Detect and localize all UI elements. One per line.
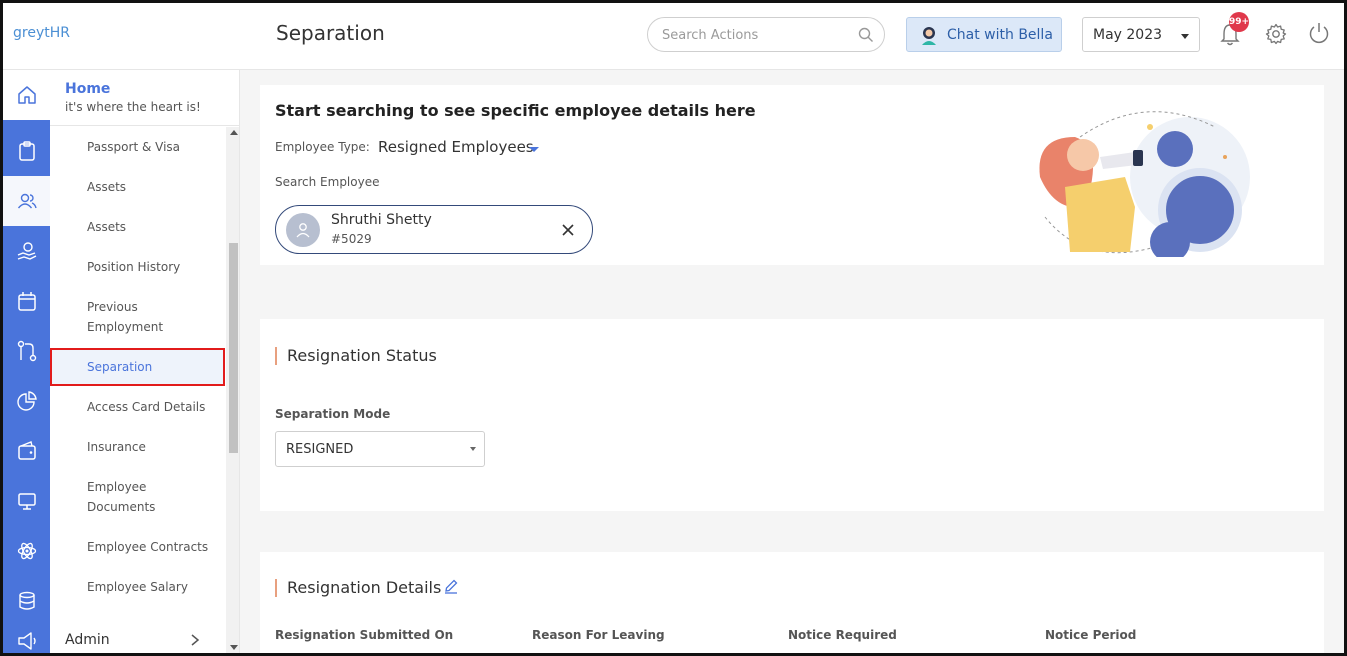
calendar-icon [17,292,36,311]
pie-chart-icon [16,391,37,411]
home-icon [17,86,36,104]
home-link[interactable]: Home it's where the heart is! [50,70,240,126]
monitor-icon [17,493,36,510]
search-icon[interactable] [858,27,874,43]
menu-item-separation[interactable]: Separation [50,348,225,386]
notification-badge: 99+ [1229,12,1249,32]
employee-type-label: Employee Type: [275,140,370,154]
menu-item-position-history[interactable]: Position History [50,257,225,277]
column-resignation-submitted-on: Resignation Submitted On [275,628,454,642]
separation-mode-select[interactable]: RESIGNED [275,431,485,467]
admin-menu[interactable]: Admin [50,625,225,653]
rail-hand-coin[interactable] [3,226,50,276]
page-title: Separation [276,21,385,45]
search-actions-input[interactable] [662,26,852,44]
edit-pencil-icon[interactable] [443,578,459,594]
app-window: greytHR Separation Chat with Bella May 2… [0,0,1347,656]
employee-type-dropdown[interactable]: Resigned Employees [378,138,534,156]
user-icon [296,223,310,238]
resignation-details-title: Resignation Details [275,579,441,597]
chat-with-bella-label: Chat with Bella [947,26,1053,43]
rail-calendar[interactable] [3,276,50,326]
column-notice-period: Notice Period [1045,628,1137,642]
sub-sidebar: Home it's where the heart is! Passport &… [50,70,240,653]
hand-coin-icon [17,242,36,260]
month-select-value: May 2023 [1093,27,1163,43]
people-icon [17,193,37,209]
search-illustration [1039,111,1250,257]
rail-wallet[interactable] [3,426,50,476]
month-select[interactable]: May 2023 [1082,17,1200,52]
megaphone-icon [17,632,36,650]
chevron-down-icon [470,447,476,451]
menu-item-insurance[interactable]: Insurance [50,437,225,457]
rail-megaphone[interactable] [3,626,50,653]
employee-id: #5029 [331,232,372,246]
power-icon[interactable] [1308,21,1330,45]
rail-people[interactable] [3,176,50,226]
search-heading: Start searching to see specific employee… [275,101,756,120]
brand-logo[interactable]: greytHR [13,25,70,41]
scroll-up-arrow-icon[interactable] [230,130,238,135]
menu-item-employee-contracts[interactable]: Employee Contracts [50,537,225,557]
separation-mode-label: Separation Mode [275,407,391,421]
atom-icon [17,542,36,560]
wallet-icon [17,441,36,460]
caret-down-icon[interactable] [529,147,539,152]
icon-rail [3,70,50,653]
avatar [286,213,320,247]
resignation-status-card: Resignation Status Separation Mode RESIG… [260,319,1324,511]
resignation-details-card: Resignation Details Resignation Submitte… [260,552,1324,653]
admin-label: Admin [65,632,110,648]
home-title: Home [65,81,111,97]
column-notice-required: Notice Required [788,628,897,642]
menu-item-assets-2[interactable]: Assets [50,217,225,237]
menu-item-assets[interactable]: Assets [50,177,225,197]
database-icon [18,591,35,610]
menu-item-employee-salary[interactable]: Employee Salary [50,577,225,597]
home-subtitle: it's where the heart is! [65,100,201,114]
search-employee-label: Search Employee [275,175,380,189]
employee-name: Shruthi Shetty [331,212,432,228]
chevron-down-icon [1181,34,1189,39]
column-reason-for-leaving: Reason For Leaving [532,628,665,642]
bella-avatar-icon [922,26,936,45]
menu-item-employee-documents[interactable]: Employee Documents [50,477,200,517]
chevron-right-icon [191,634,200,646]
selected-employee-chip[interactable]: Shruthi Shetty #5029 [275,205,593,254]
sidebar-scroll-thumb[interactable] [229,243,238,453]
gear-icon[interactable] [1265,23,1287,45]
clipboard-icon [18,141,35,161]
top-header: greytHR Separation Chat with Bella May 2… [3,3,1344,70]
resignation-status-title: Resignation Status [275,347,437,365]
separation-mode-value: RESIGNED [286,442,354,457]
chat-with-bella-button[interactable]: Chat with Bella [906,17,1062,52]
rail-git-branch[interactable] [3,326,50,376]
git-branch-icon [17,340,36,362]
rail-pie-chart[interactable] [3,376,50,426]
rail-atom[interactable] [3,526,50,576]
scroll-down-arrow-icon[interactable] [230,645,238,650]
search-actions-box[interactable] [647,17,885,52]
rail-home[interactable] [3,70,50,120]
close-icon[interactable] [561,223,575,237]
employee-search-card: Start searching to see specific employee… [260,85,1324,265]
menu-item-access-card-details[interactable]: Access Card Details [50,397,225,417]
rail-clipboard[interactable] [3,126,50,176]
rail-monitor[interactable] [3,476,50,526]
menu-item-previous-employment[interactable]: Previous Employment [50,297,200,337]
menu-item-passport-visa[interactable]: Passport & Visa [50,137,225,157]
rail-database[interactable] [3,576,50,626]
